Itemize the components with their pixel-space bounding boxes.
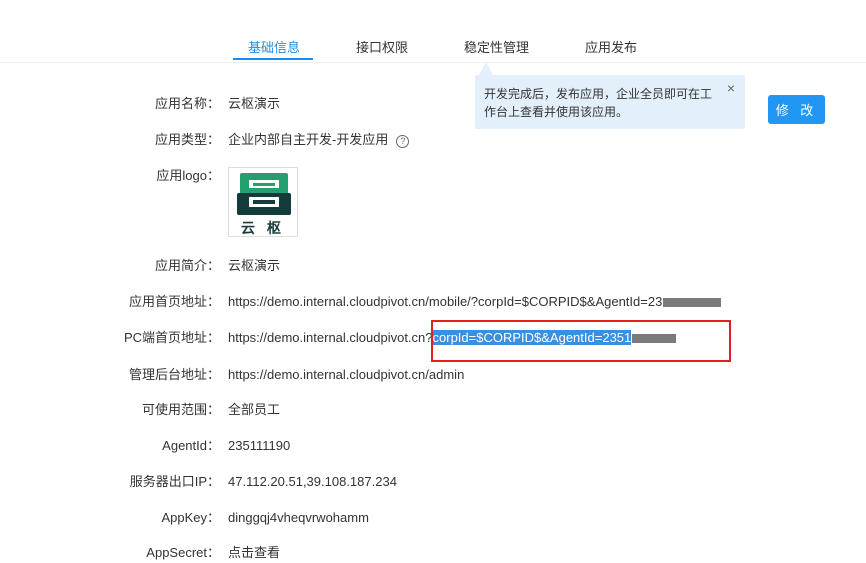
view-secret-link[interactable]: 点击查看	[228, 543, 280, 563]
field-value: https://demo.internal.cloudpivot.cn/admi…	[228, 367, 465, 382]
field-home-url: 应用首页地址： https://demo.internal.cloudpivot…	[0, 292, 866, 312]
field-label: 服务器出口IP：	[129, 474, 220, 489]
field-app-secret: AppSecret： 点击查看	[0, 543, 866, 563]
field-label: 应用首页地址：	[128, 294, 220, 309]
field-label: AppSecret：	[146, 545, 220, 560]
field-value: https://demo.internal.cloudpivot.cn/mobi…	[228, 294, 663, 309]
field-app-logo: 应用logo：	[0, 166, 866, 186]
field-label: AgentId：	[162, 438, 220, 453]
field-label: 管理后台地址：	[128, 367, 220, 382]
field-value: 235111190	[228, 438, 291, 453]
app-logo: 云 枢	[228, 167, 298, 237]
field-server-ip: 服务器出口IP： 47.112.20.51,39.108.187.234	[0, 472, 866, 492]
field-value: 企业内部自主开发-开发应用	[228, 132, 389, 147]
question-circle-icon[interactable]: ?	[396, 135, 410, 148]
tab-stability-management[interactable]: 稳定性管理	[464, 37, 529, 56]
field-scope: 可使用范围： 全部员工	[0, 400, 866, 420]
field-value: dinggqj4vheqvrwohamm	[228, 510, 369, 525]
tab-api-permissions[interactable]: 接口权限	[356, 37, 408, 56]
field-admin-url: 管理后台地址： https://demo.internal.cloudpivot…	[0, 365, 866, 385]
field-app-type: 应用类型： 企业内部自主开发-开发应用?	[0, 130, 866, 150]
field-value: 47.112.20.51,39.108.187.234	[228, 474, 397, 489]
annotation-red-box	[431, 320, 731, 362]
field-app-name: 应用名称： 云枢演示	[0, 94, 866, 114]
field-value: 云枢演示	[228, 258, 281, 273]
field-label: AppKey：	[161, 510, 220, 525]
active-tab-indicator	[233, 58, 313, 60]
field-value: https://demo.internal.cloudpivot.cn?	[228, 330, 433, 345]
field-label: 可使用范围：	[141, 402, 220, 417]
tab-app-publish[interactable]: 应用发布	[585, 37, 637, 56]
field-value: 全部员工	[228, 402, 281, 417]
field-label: 应用logo：	[156, 168, 220, 183]
field-label: 应用类型：	[154, 132, 220, 147]
field-app-key: AppKey： dinggqj4vheqvrwohamm	[0, 508, 866, 528]
field-label: 应用名称：	[154, 96, 220, 111]
field-label: PC端首页地址：	[123, 330, 220, 345]
field-app-description: 应用简介： 云枢演示	[0, 256, 866, 276]
tab-basic-info[interactable]: 基础信息	[248, 37, 300, 56]
logo-mark-icon	[237, 173, 291, 215]
close-icon[interactable]: ×	[727, 81, 735, 95]
logo-text: 云 枢	[241, 220, 285, 236]
tooltip-arrow	[479, 62, 493, 75]
field-value: 云枢演示	[228, 96, 281, 111]
redaction-block	[663, 298, 722, 308]
field-agent-id: AgentId： 235111190	[0, 436, 866, 456]
field-label: 应用简介：	[154, 258, 220, 273]
tab-bar: 基础信息 接口权限 稳定性管理 应用发布	[0, 0, 866, 63]
